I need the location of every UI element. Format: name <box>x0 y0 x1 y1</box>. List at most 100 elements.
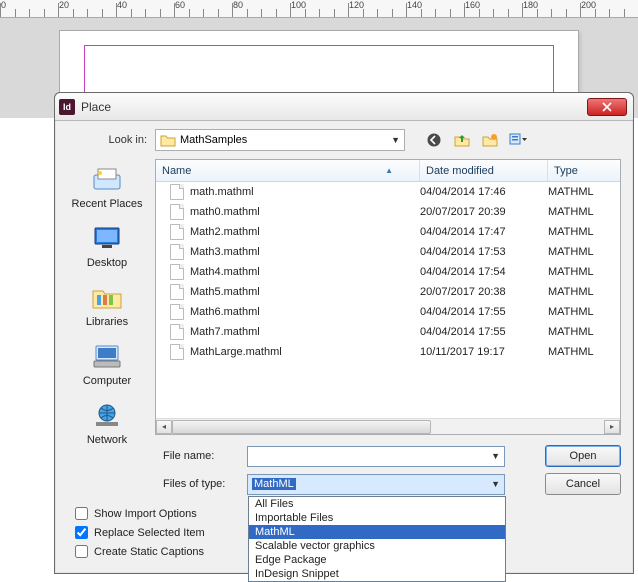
file-row[interactable]: math0.mathml20/07/2017 20:39MATHML <box>156 202 620 222</box>
file-icon <box>170 224 184 240</box>
filetype-value: MathML <box>252 478 296 490</box>
file-name: Math2.mathml <box>190 226 420 238</box>
horizontal-scrollbar[interactable]: ◂ ▸ <box>156 418 620 434</box>
file-type: MATHML <box>548 266 614 278</box>
sort-ascending-icon: ▲ <box>385 166 413 175</box>
file-icon <box>170 204 184 220</box>
file-name: Math6.mathml <box>190 306 420 318</box>
file-row[interactable]: math.mathml04/04/2014 17:46MATHML <box>156 182 620 202</box>
file-row[interactable]: Math5.mathml20/07/2017 20:38MATHML <box>156 282 620 302</box>
chevron-down-icon: ▼ <box>491 479 500 489</box>
dialog-title: Place <box>81 100 587 114</box>
place-libraries[interactable]: Libraries <box>86 279 128 338</box>
file-name: Math5.mathml <box>190 286 420 298</box>
place-label: Libraries <box>86 316 128 328</box>
horizontal-ruler: 020406080100120140160180200220 <box>0 0 638 18</box>
file-type: MATHML <box>548 326 614 338</box>
filetype-option[interactable]: InDesign Snippet <box>249 567 505 581</box>
column-name[interactable]: Name▲ <box>156 160 420 181</box>
cancel-button[interactable]: Cancel <box>545 473 621 495</box>
file-type: MATHML <box>548 306 614 318</box>
file-type: MATHML <box>548 246 614 258</box>
checkbox-label: Show Import Options <box>94 508 197 520</box>
filetype-option[interactable]: Edge Package <box>249 553 505 567</box>
file-type: MATHML <box>548 186 614 198</box>
look-in-label: Look in: <box>67 134 147 146</box>
back-icon <box>426 132 442 148</box>
place-desktop[interactable]: Desktop <box>87 220 127 279</box>
file-icon <box>170 244 184 260</box>
file-icon <box>170 284 184 300</box>
file-date: 20/07/2017 20:38 <box>420 286 548 298</box>
ruler-label: 80 <box>233 0 243 10</box>
open-button[interactable]: Open <box>545 445 621 467</box>
file-icon <box>170 324 184 340</box>
back-button[interactable] <box>423 129 445 151</box>
new-folder-icon <box>482 132 498 148</box>
chevron-down-icon: ▼ <box>391 135 400 145</box>
filename-combo[interactable]: ▼ <box>247 446 505 467</box>
ruler-label: 40 <box>117 0 127 10</box>
file-name: MathLarge.mathml <box>190 346 420 358</box>
file-date: 04/04/2014 17:54 <box>420 266 548 278</box>
column-type[interactable]: Type <box>548 160 620 181</box>
scroll-right-button[interactable]: ▸ <box>604 420 620 434</box>
scroll-left-button[interactable]: ◂ <box>156 420 172 434</box>
checkbox-input[interactable] <box>75 526 88 539</box>
titlebar[interactable]: Id Place <box>55 93 633 121</box>
place-recent[interactable]: Recent Places <box>72 161 143 220</box>
file-type: MATHML <box>548 346 614 358</box>
up-folder-icon <box>454 132 470 148</box>
file-list[interactable]: Name▲ Date modified Type math.mathml04/0… <box>155 159 621 435</box>
file-row[interactable]: Math6.mathml04/04/2014 17:55MATHML <box>156 302 620 322</box>
checkbox-label: Create Static Captions <box>94 546 204 558</box>
file-icon <box>170 264 184 280</box>
place-network[interactable]: Network <box>87 397 127 456</box>
close-icon <box>602 102 612 112</box>
scrollbar-thumb[interactable] <box>172 420 431 434</box>
file-row[interactable]: Math7.mathml04/04/2014 17:55MATHML <box>156 322 620 342</box>
place-label: Desktop <box>87 257 127 269</box>
file-type: MATHML <box>548 286 614 298</box>
ruler-label: 20 <box>59 0 69 10</box>
file-row[interactable]: Math3.mathml04/04/2014 17:53MATHML <box>156 242 620 262</box>
filetype-option[interactable]: All Files <box>249 497 505 511</box>
filetype-combo[interactable]: MathML ▼ All FilesImportable FilesMathML… <box>247 474 505 495</box>
file-row[interactable]: Math2.mathml04/04/2014 17:47MATHML <box>156 222 620 242</box>
up-one-level-button[interactable] <box>451 129 473 151</box>
libraries-icon <box>90 283 124 314</box>
filetype-option[interactable]: MathML <box>249 525 505 539</box>
file-date: 04/04/2014 17:53 <box>420 246 548 258</box>
network-icon <box>90 401 124 432</box>
checkbox-input[interactable] <box>75 545 88 558</box>
file-date: 20/07/2017 20:39 <box>420 206 548 218</box>
views-menu-button[interactable] <box>507 129 529 151</box>
filetype-option[interactable]: Scalable vector graphics <box>249 539 505 553</box>
filetype-dropdown[interactable]: All FilesImportable FilesMathMLScalable … <box>248 496 506 582</box>
new-folder-button[interactable] <box>479 129 501 151</box>
scrollbar-track[interactable] <box>172 420 604 434</box>
ruler-label: 0 <box>1 0 6 10</box>
file-date: 04/04/2014 17:46 <box>420 186 548 198</box>
file-name: math.mathml <box>190 186 420 198</box>
look-in-combo[interactable]: MathSamples ▼ <box>155 129 405 151</box>
file-name: Math3.mathml <box>190 246 420 258</box>
column-date[interactable]: Date modified <box>420 160 548 181</box>
chevron-down-icon: ▼ <box>491 451 500 461</box>
file-row[interactable]: Math4.mathml04/04/2014 17:54MATHML <box>156 262 620 282</box>
file-date: 04/04/2014 17:55 <box>420 326 548 338</box>
file-row[interactable]: MathLarge.mathml10/11/2017 19:17MATHML <box>156 342 620 362</box>
file-icon <box>170 184 184 200</box>
file-icon <box>170 344 184 360</box>
place-label: Network <box>87 434 127 446</box>
place-computer[interactable]: Computer <box>83 338 131 397</box>
checkbox-input[interactable] <box>75 507 88 520</box>
computer-icon <box>90 342 124 373</box>
filetype-option[interactable]: Importable Files <box>249 511 505 525</box>
checkbox-label: Replace Selected Item <box>94 527 205 539</box>
close-button[interactable] <box>587 98 627 116</box>
file-name: Math7.mathml <box>190 326 420 338</box>
file-date: 04/04/2014 17:55 <box>420 306 548 318</box>
folder-icon <box>160 133 176 147</box>
column-headers[interactable]: Name▲ Date modified Type <box>156 160 620 182</box>
